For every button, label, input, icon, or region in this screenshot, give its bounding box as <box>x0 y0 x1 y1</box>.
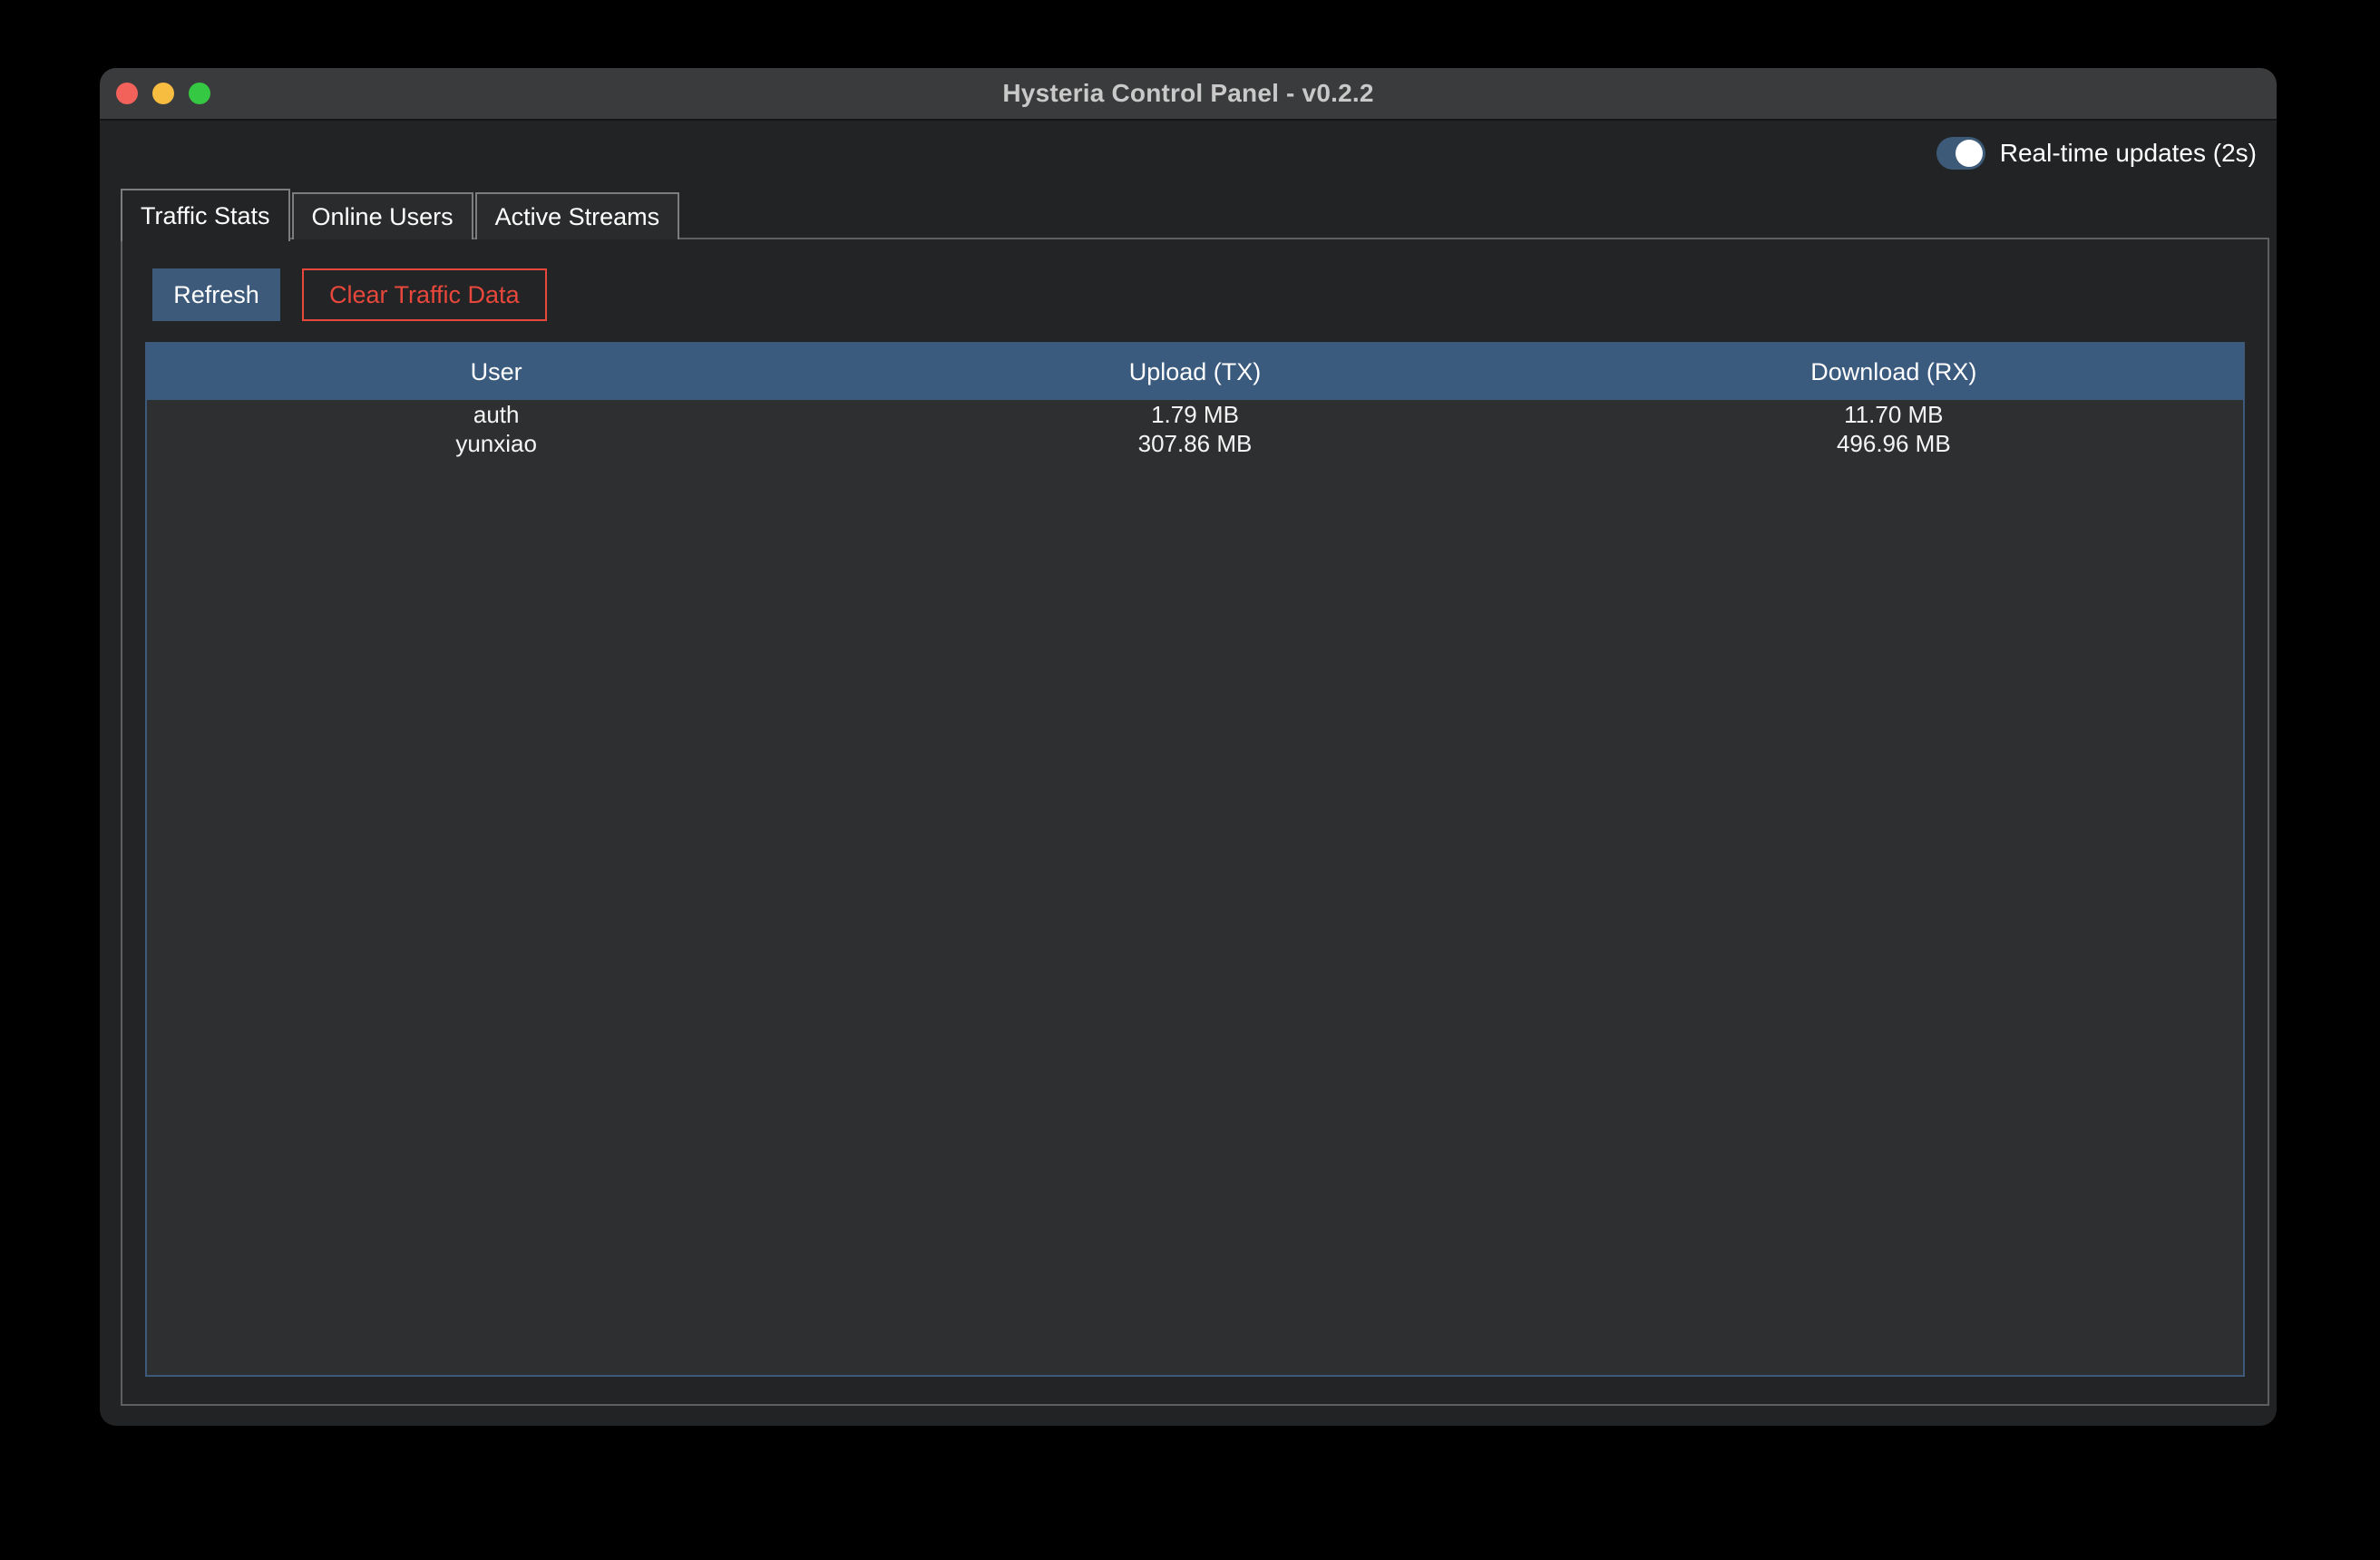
tab-bar: Traffic Stats Online Users Active Stream… <box>121 189 679 239</box>
app-window: Hysteria Control Panel - v0.2.2 Real-tim… <box>100 68 2277 1426</box>
realtime-toggle[interactable] <box>1936 137 1985 170</box>
window-title: Hysteria Control Panel - v0.2.2 <box>1002 79 1373 108</box>
minimize-icon[interactable] <box>152 83 174 104</box>
column-header-download[interactable]: Download (RX) <box>1545 344 2243 400</box>
cell-user: auth <box>147 400 845 429</box>
realtime-toggle-label: Real-time updates (2s) <box>2000 139 2257 168</box>
clear-traffic-data-button[interactable]: Clear Traffic Data <box>302 268 547 321</box>
cell-upload: 1.79 MB <box>845 400 1544 429</box>
realtime-updates-control: Real-time updates (2s) <box>1936 137 2257 170</box>
table-row[interactable]: yunxiao 307.86 MB 496.96 MB <box>147 429 2243 458</box>
window-controls <box>116 68 210 119</box>
cell-user: yunxiao <box>147 429 845 458</box>
cell-download: 11.70 MB <box>1545 400 2243 429</box>
refresh-button[interactable]: Refresh <box>152 268 280 321</box>
tab-label: Online Users <box>312 203 454 231</box>
tab-online-users[interactable]: Online Users <box>292 192 473 239</box>
traffic-table[interactable]: User Upload (TX) Download (RX) auth 1.79… <box>145 342 2245 1377</box>
action-button-row: Refresh Clear Traffic Data <box>152 268 2268 321</box>
cell-upload: 307.86 MB <box>845 429 1544 458</box>
traffic-stats-panel: Refresh Clear Traffic Data User Upload (… <box>121 238 2269 1406</box>
column-header-user[interactable]: User <box>147 344 845 400</box>
tab-label: Active Streams <box>495 203 660 231</box>
titlebar[interactable]: Hysteria Control Panel - v0.2.2 <box>100 68 2277 121</box>
table-row[interactable]: auth 1.79 MB 11.70 MB <box>147 400 2243 429</box>
zoom-icon[interactable] <box>189 83 210 104</box>
column-header-upload[interactable]: Upload (TX) <box>845 344 1544 400</box>
cell-download: 496.96 MB <box>1545 429 2243 458</box>
toggle-knob <box>1956 140 1983 167</box>
close-icon[interactable] <box>116 83 138 104</box>
table-header-row: User Upload (TX) Download (RX) <box>147 344 2243 400</box>
tab-active-streams[interactable]: Active Streams <box>475 192 680 239</box>
tab-traffic-stats[interactable]: Traffic Stats <box>121 189 290 241</box>
tab-label: Traffic Stats <box>141 202 270 230</box>
